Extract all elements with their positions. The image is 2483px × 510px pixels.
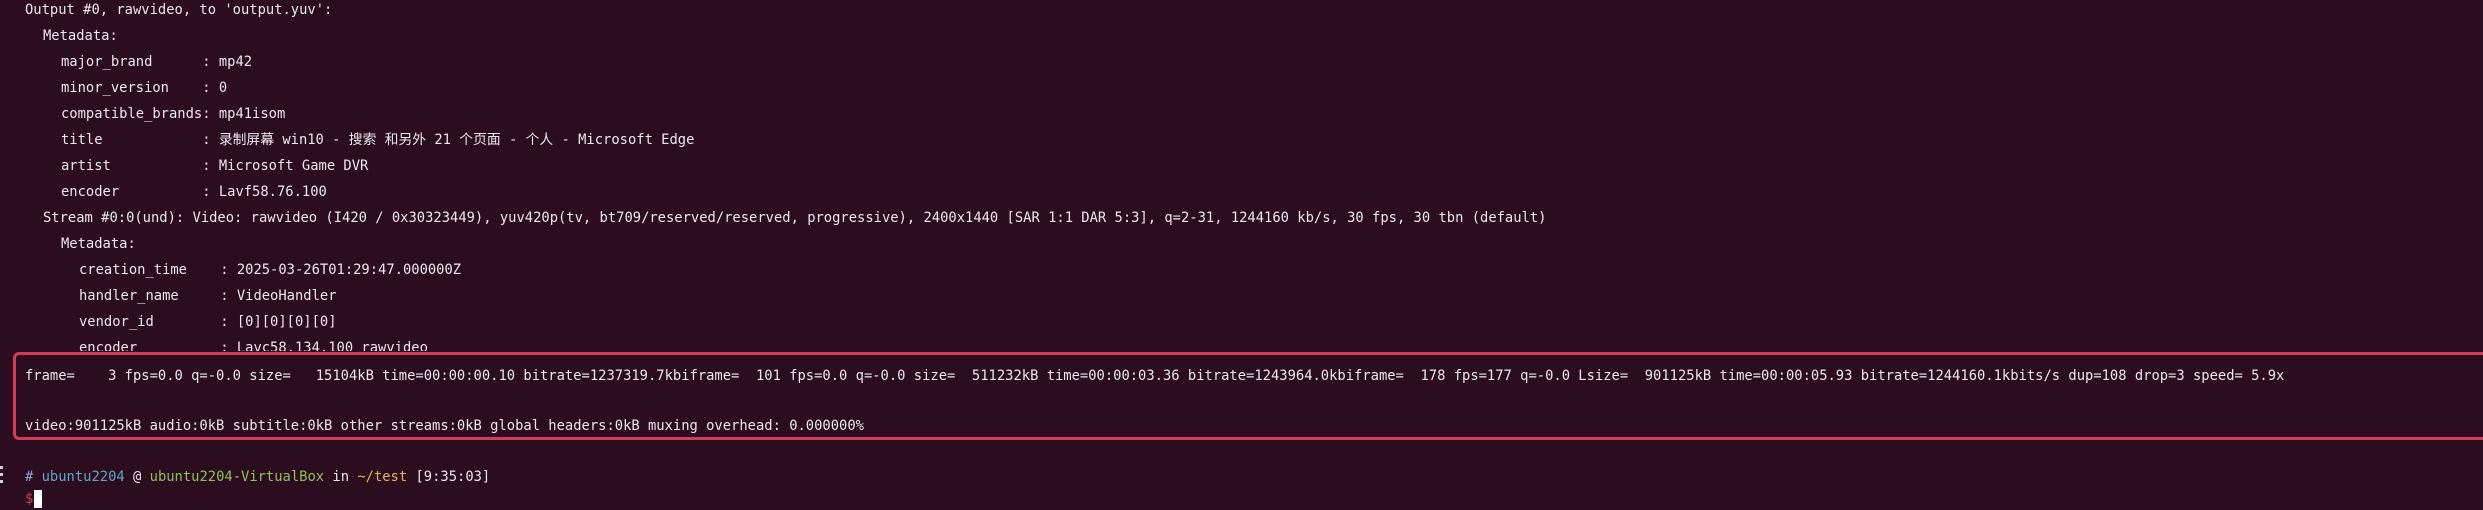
stream-metadata-key: vendor_id (79, 314, 212, 330)
stream-metadata-row: vendor_id : [0][0][0][0] (79, 309, 337, 335)
metadata-row: minor_version : 0 (61, 75, 227, 101)
metadata-row: compatible_brands: mp41isom (61, 101, 285, 127)
prompt-user: ubuntu2204 (41, 469, 125, 485)
metadata-value: : Lavf58.76.100 (202, 184, 327, 200)
stream-metadata-label: Metadata: (61, 236, 136, 252)
terminal-window[interactable]: Output #0, rawvideo, to 'output.yuv': Me… (0, 0, 2483, 510)
metadata-value: : mp42 (202, 54, 253, 70)
prompt-at: @ (133, 469, 142, 485)
prompt-time: [9:35:03] (415, 469, 491, 485)
metadata-row: encoder : Lavf58.76.100 (61, 179, 327, 205)
stream-metadata-value: : 2025-03-26T01:29:47.000000Z (220, 262, 462, 278)
stream-metadata-row: handler_name : VideoHandler (79, 283, 337, 309)
metadata-row: major_brand : mp42 (61, 49, 252, 75)
prompt-dir: ~/test (357, 469, 408, 485)
metadata-row: title : 录制屏幕 win10 - 搜索 和另外 21 个页面 - 个人 … (61, 127, 694, 153)
metadata-key: compatible_brands (61, 106, 203, 122)
stream-metadata-value: : Lavc58.134.100 rawvideo (220, 340, 428, 351)
stream-metadata-key: encoder (79, 340, 212, 351)
metadata-key: title (61, 132, 194, 148)
stream-metadata-value: : [0][0][0][0] (220, 314, 337, 330)
stream-metadata-key: creation_time (79, 262, 212, 278)
metadata-row: artist : Microsoft Game DVR (61, 153, 368, 179)
progress-line: frame= 3 fps=0.0 q=-0.0 size= 15104kB ti… (25, 368, 2285, 384)
metadata-key: minor_version (61, 80, 194, 96)
metadata-key: encoder (61, 184, 194, 200)
metadata-value: : mp41isom (202, 106, 286, 122)
prompt-dollar: $ (25, 491, 34, 507)
prompt-hash: # (25, 469, 34, 485)
prompt-in: in (332, 469, 350, 485)
command-input[interactable]: $ (25, 489, 43, 510)
shell-prompt: # ubuntu2204 @ ubuntu2204-VirtualBox in … (25, 464, 490, 490)
output-header: Output #0, rawvideo, to 'output.yuv': (25, 2, 333, 18)
prompt-host: ubuntu2204-VirtualBox (149, 469, 325, 485)
stream-metadata-value: : VideoHandler (220, 288, 337, 304)
stream-metadata-row: creation_time : 2025-03-26T01:29:47.0000… (79, 257, 461, 283)
text-cursor (34, 490, 43, 508)
metadata-key: major_brand (61, 54, 194, 70)
metadata-label: Metadata: (43, 28, 118, 44)
stream-metadata-key: handler_name (79, 288, 212, 304)
summary-line: video:901125kB audio:0kB subtitle:0kB ot… (25, 418, 864, 434)
stream-metadata-row: encoder : Lavc58.134.100 rawvideo (79, 335, 428, 351)
metadata-value: : Microsoft Game DVR (202, 158, 369, 174)
metadata-value: : 录制屏幕 win10 - 搜索 和另外 21 个页面 - 个人 - Micr… (202, 132, 695, 148)
stream-line: Stream #0:0(und): Video: rawvideo (I420 … (43, 210, 1547, 226)
metadata-value: : 0 (202, 80, 228, 96)
metadata-key: artist (61, 158, 194, 174)
scroll-indicator (0, 466, 6, 492)
